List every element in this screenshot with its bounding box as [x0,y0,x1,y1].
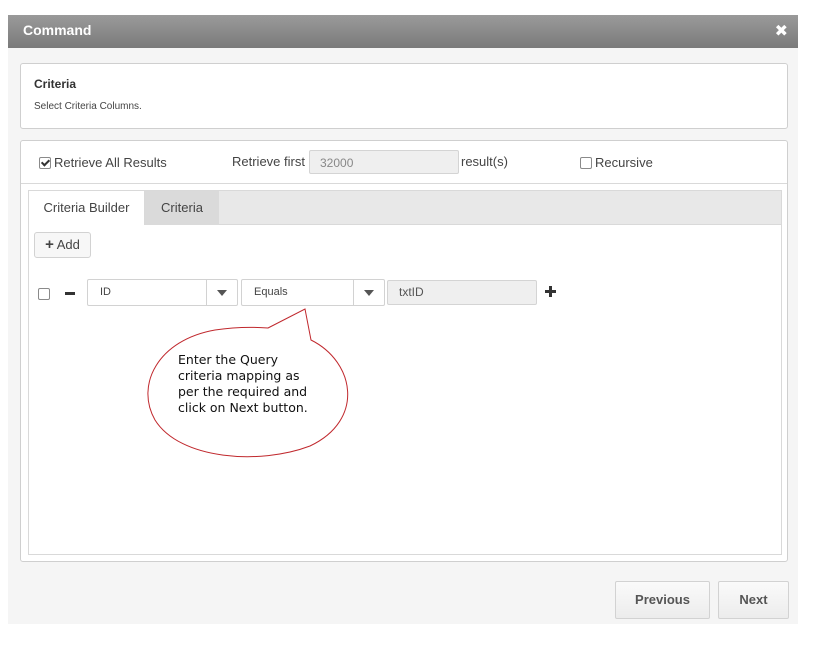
recursive-checkbox[interactable] [580,157,592,169]
command-dialog: Command ✖ Criteria Select Criteria Colum… [8,15,798,624]
dialog-titlebar: Command ✖ [8,15,798,48]
tab-criteria-builder[interactable]: Criteria Builder [29,191,145,225]
tab-criteria[interactable]: Criteria [145,191,219,225]
add-button-label: Add [56,237,80,252]
remove-row-icon[interactable] [65,286,75,300]
retrieve-first-input[interactable]: 32000 [309,150,459,174]
dialog-title: Command [23,22,92,38]
add-row-plus-icon[interactable] [545,285,557,297]
chevron-down-icon[interactable] [206,280,237,305]
criteria-main-panel: Retrieve All Results Retrieve first 3200… [20,140,788,562]
row-select-checkbox[interactable] [38,288,50,300]
tab-bar: Criteria Builder Criteria [29,191,781,225]
next-button[interactable]: Next [718,581,789,619]
criteria-heading: Criteria [34,77,77,91]
close-icon[interactable]: ✖ [775,21,788,41]
retrieve-all-label: Retrieve All Results [54,155,167,170]
results-suffix-label: result(s) [461,154,508,169]
chevron-down-icon[interactable] [353,280,384,305]
recursive-label: Recursive [595,155,653,170]
plus-icon: + [45,236,54,253]
operator-select[interactable]: Equals [241,279,385,306]
operator-select-value: Equals [254,286,288,298]
criteria-builder-area: Criteria Builder Criteria + Add ID Equal… [28,190,782,555]
add-button[interactable]: + Add [34,232,91,258]
retrieve-first-label: Retrieve first [232,154,305,169]
callout-text: Enter the Query criteria mapping as per … [178,352,308,415]
field-select[interactable]: ID [87,279,238,306]
previous-button[interactable]: Previous [615,581,710,619]
criteria-subtitle: Select Criteria Columns. [34,101,142,112]
retrieve-all-checkbox[interactable] [39,157,51,169]
criteria-value-input[interactable]: txtID [387,280,537,305]
field-select-value: ID [100,286,111,298]
criteria-info-panel: Criteria Select Criteria Columns. [20,63,788,129]
retrieve-options: Retrieve All Results Retrieve first 3200… [21,141,787,184]
